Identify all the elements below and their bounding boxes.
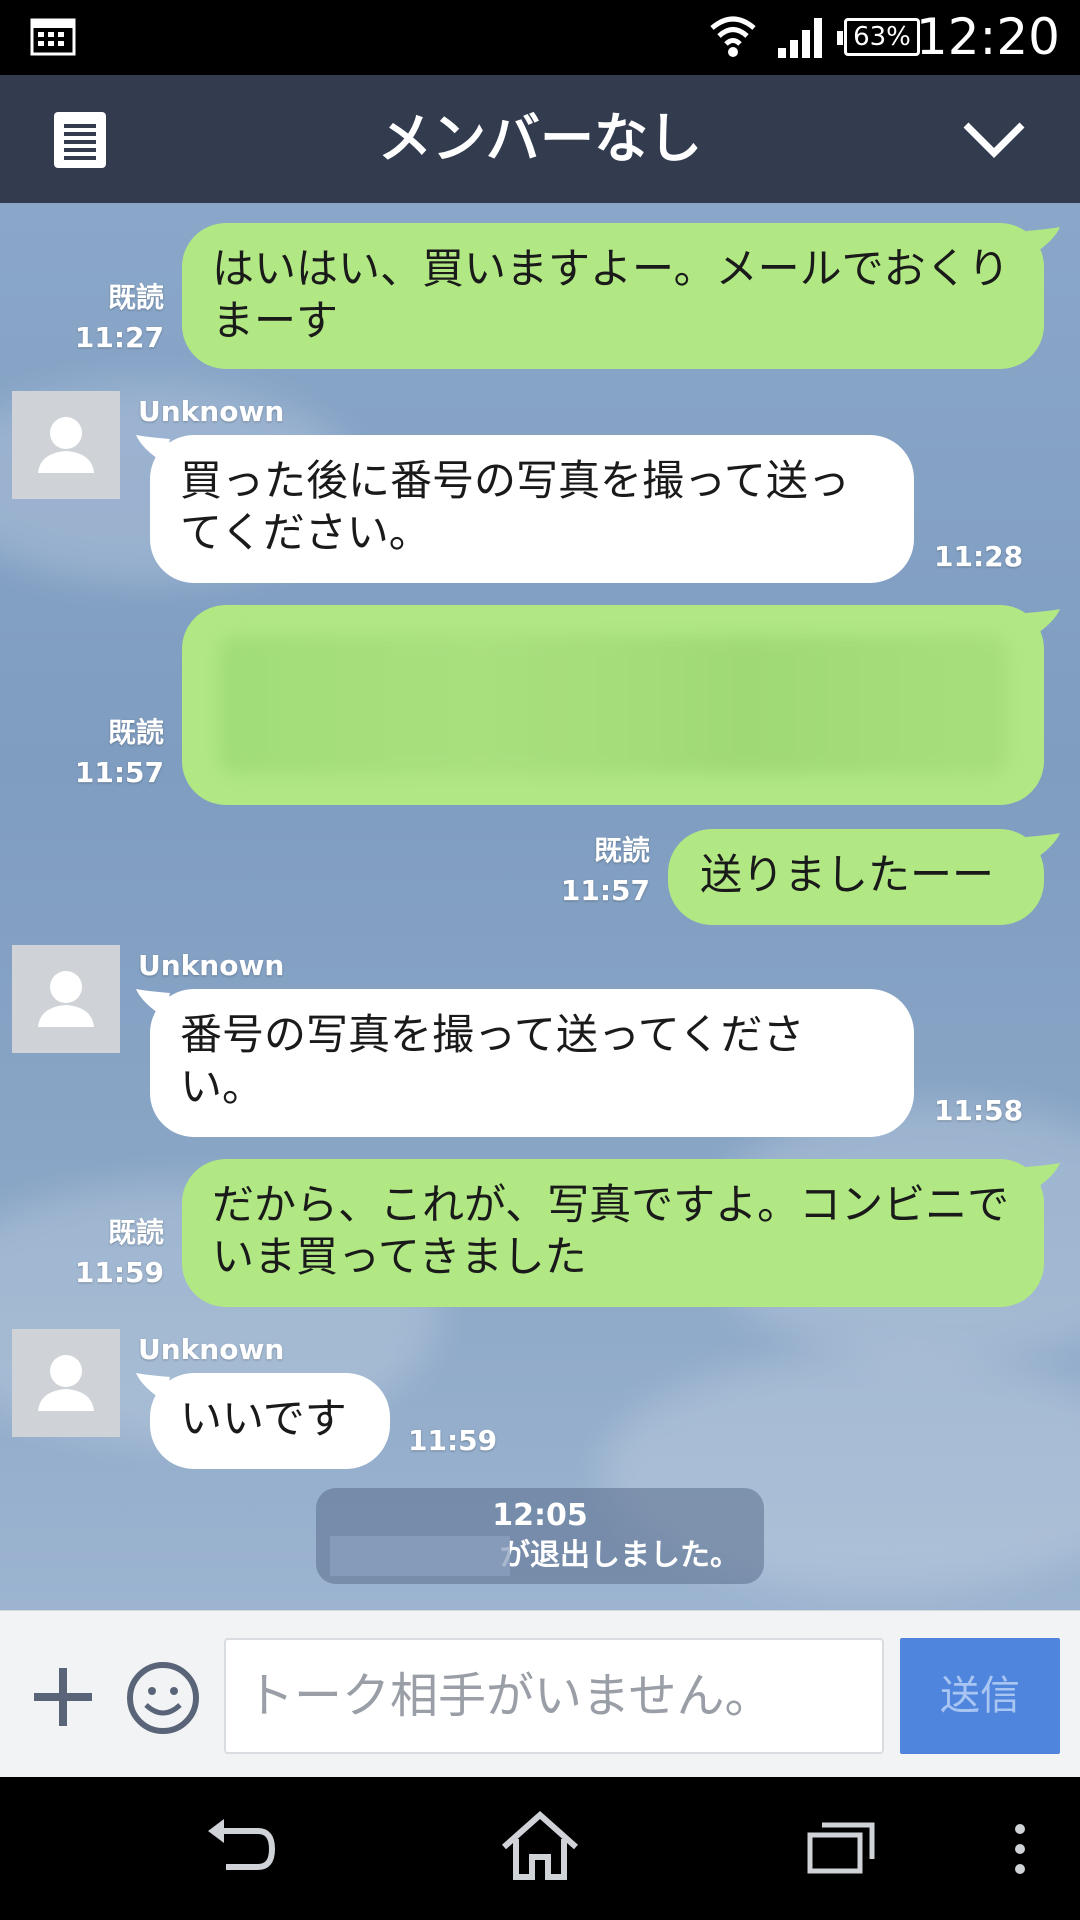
avatar[interactable]	[12, 945, 120, 1053]
message-text: 送りましたーー	[700, 850, 995, 899]
message-bubble-incoming[interactable]: 番号の写真を撮って送ってください。	[150, 989, 914, 1137]
system-nav-bar	[0, 1777, 1080, 1920]
message-time: 11:59	[408, 1424, 498, 1457]
read-receipt: 既読	[107, 1216, 164, 1249]
more-options-icon[interactable]	[1008, 1821, 1032, 1877]
message-bubble-outgoing[interactable]: 送りましたーー	[668, 829, 1044, 925]
message-time: 11:27	[74, 321, 164, 354]
read-receipt: 既読	[107, 281, 164, 314]
bubble-tail	[1026, 833, 1060, 861]
battery-indicator: 63%	[837, 18, 920, 56]
recent-apps-icon[interactable]	[806, 1819, 876, 1875]
sender-name: Unknown	[138, 949, 285, 982]
message-meta: 既読 11:57	[75, 713, 164, 793]
bubble-tail	[1026, 609, 1060, 637]
avatar[interactable]	[12, 391, 120, 499]
chat-area[interactable]: 既読 11:27 はいはい、買いますよー。メールでおくりまーす Unknown …	[0, 203, 1080, 1610]
redacted-name	[330, 1536, 510, 1576]
default-user-icon	[38, 1355, 94, 1411]
message-time: 11:59	[74, 1256, 164, 1289]
message-bubble-incoming[interactable]: 買った後に番号の写真を撮って送ってください。	[150, 435, 914, 583]
message-text: はいはい、買いますよー。メールでおくりまーす	[212, 244, 1010, 345]
message-bubble-outgoing[interactable]: はいはい、買いますよー。メールでおくりまーす	[182, 223, 1044, 369]
system-notice-time: 12:05	[492, 1498, 588, 1533]
menu-icon[interactable]	[52, 110, 108, 170]
message-meta: 既読 11:59	[75, 1213, 164, 1293]
home-icon[interactable]	[500, 1811, 580, 1881]
message-meta: 既読 11:57	[561, 831, 650, 911]
wifi-icon	[710, 16, 756, 57]
default-user-icon	[38, 971, 94, 1027]
message-bubble-outgoing-redacted[interactable]	[182, 605, 1044, 805]
message-meta: 既読 11:27	[75, 278, 164, 358]
sender-name: Unknown	[138, 395, 285, 428]
system-notice: 12:05 が退出しました。	[316, 1488, 764, 1584]
message-text: だから、これが、写真ですよ。コンビニでいま買ってきました	[212, 1180, 1010, 1281]
status-bar: 63% 12:20	[0, 0, 1080, 75]
read-receipt: 既読	[107, 716, 164, 749]
message-bubble-incoming[interactable]: いいです	[150, 1373, 390, 1469]
chat-header: メンバーなし	[0, 75, 1080, 203]
message-input[interactable]: トーク相手がいません。	[224, 1638, 884, 1754]
read-receipt: 既読	[593, 834, 650, 867]
message-input-bar: トーク相手がいません。 送信	[0, 1610, 1080, 1778]
message-text: 番号の写真を撮って送ってください。	[180, 1010, 805, 1111]
avatar[interactable]	[12, 1329, 120, 1437]
message-bubble-outgoing[interactable]: だから、これが、写真ですよ。コンビニでいま買ってきました	[182, 1159, 1044, 1307]
message-time: 11:28	[934, 540, 1024, 573]
chat-title: メンバーなし	[378, 107, 702, 170]
back-icon[interactable]	[206, 1817, 276, 1877]
calendar-notification-icon	[30, 18, 76, 56]
message-time: 11:57	[74, 756, 164, 789]
sender-name: Unknown	[138, 1333, 285, 1366]
default-user-icon	[38, 417, 94, 473]
plus-icon[interactable]	[30, 1664, 96, 1730]
bubble-tail	[1026, 227, 1060, 255]
signal-icon	[778, 18, 822, 58]
message-time: 11:58	[934, 1094, 1024, 1127]
bubble-tail	[1026, 1163, 1060, 1191]
message-text: 買った後に番号の写真を撮って送ってください。	[180, 456, 850, 557]
send-button[interactable]: 送信	[900, 1638, 1060, 1754]
emoji-icon[interactable]	[126, 1661, 200, 1735]
message-time: 11:57	[560, 874, 650, 907]
chevron-down-icon[interactable]	[960, 117, 1028, 163]
clock: 12:20	[915, 8, 1060, 66]
redacted-content	[218, 635, 1008, 775]
message-text: いいです	[180, 1394, 347, 1443]
